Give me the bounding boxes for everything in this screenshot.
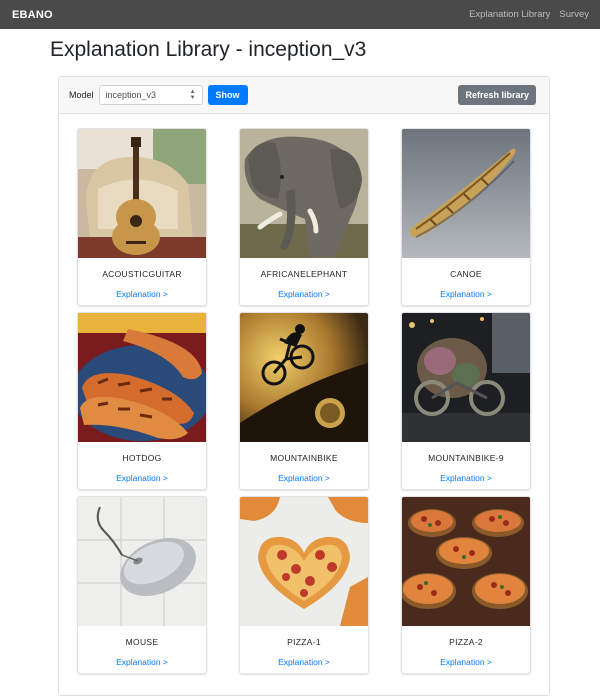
item-label: MOUSE bbox=[125, 637, 159, 647]
refresh-library-button[interactable]: Refresh library bbox=[458, 85, 536, 105]
canoe-thumbnail[interactable] bbox=[402, 129, 530, 258]
pizza-2-thumbnail[interactable] bbox=[402, 497, 530, 626]
item-label: ACOUSTICGUITAR bbox=[102, 269, 182, 279]
library-item: CANOE Explanation > bbox=[401, 128, 531, 306]
explanation-link[interactable]: Explanation > bbox=[78, 289, 206, 299]
library-card: Model inception_v3 ▲ ▼ Show Refresh libra… bbox=[58, 76, 550, 696]
library-item: ACOUSTICGUITAR Explanation > bbox=[77, 128, 207, 306]
mountainbike-thumbnail[interactable] bbox=[240, 313, 368, 442]
top-navbar: EBANO Explanation Library Survey bbox=[0, 0, 600, 29]
explanation-grid: ACOUSTICGUITAR Explanation > AFRICANELEP… bbox=[77, 128, 531, 674]
show-button[interactable]: Show bbox=[207, 85, 248, 105]
library-item: MOUNTAINBIKE-9 Explanation > bbox=[401, 312, 531, 490]
library-item: MOUNTAINBIKE Explanation > bbox=[239, 312, 369, 490]
explanation-link[interactable]: Explanation > bbox=[402, 657, 530, 667]
pizza-1-thumbnail[interactable] bbox=[240, 497, 368, 626]
controls-bar: Model inception_v3 ▲ ▼ Show Refresh libra… bbox=[59, 77, 549, 114]
nav-link-survey[interactable]: Survey bbox=[559, 9, 589, 20]
library-item: HOTDOG Explanation > bbox=[77, 312, 207, 490]
nav-links: Explanation Library Survey bbox=[469, 9, 589, 20]
africanelephant-thumbnail[interactable] bbox=[240, 129, 368, 258]
library-item: AFRICANELEPHANT Explanation > bbox=[239, 128, 369, 306]
model-select-value: inception_v3 bbox=[105, 90, 157, 100]
acousticguitar-thumbnail[interactable] bbox=[78, 129, 206, 258]
model-select[interactable]: inception_v3 ▲ ▼ bbox=[98, 85, 203, 105]
select-caret-icon: ▲ ▼ bbox=[189, 89, 196, 101]
brand-logo[interactable]: EBANO bbox=[12, 9, 53, 21]
explanation-link[interactable]: Explanation > bbox=[240, 473, 368, 483]
library-item: PIZZA-2 Explanation > bbox=[401, 496, 531, 674]
item-label: PIZZA-2 bbox=[449, 637, 483, 647]
item-label: CANOE bbox=[450, 269, 482, 279]
item-label: PIZZA-1 bbox=[287, 637, 321, 647]
library-item: PIZZA-1 Explanation > bbox=[239, 496, 369, 674]
explanation-link[interactable]: Explanation > bbox=[402, 473, 530, 483]
model-label: Model bbox=[69, 90, 94, 100]
item-label: HOTDOG bbox=[122, 453, 162, 463]
explanation-link[interactable]: Explanation > bbox=[240, 289, 368, 299]
explanation-link[interactable]: Explanation > bbox=[240, 657, 368, 667]
page-title: Explanation Library - inception_v3 bbox=[50, 38, 367, 61]
nav-link-explanation-library[interactable]: Explanation Library bbox=[469, 9, 550, 20]
hotdog-thumbnail[interactable] bbox=[78, 313, 206, 442]
library-item: MOUSE Explanation > bbox=[77, 496, 207, 674]
explanation-link[interactable]: Explanation > bbox=[78, 657, 206, 667]
item-label: AFRICANELEPHANT bbox=[260, 269, 348, 279]
mouse-thumbnail[interactable] bbox=[78, 497, 206, 626]
item-label: MOUNTAINBIKE-9 bbox=[428, 453, 504, 463]
item-label: MOUNTAINBIKE bbox=[270, 453, 338, 463]
explanation-link[interactable]: Explanation > bbox=[78, 473, 206, 483]
explanation-link[interactable]: Explanation > bbox=[402, 289, 530, 299]
mountainbike-9-thumbnail[interactable] bbox=[402, 313, 530, 442]
